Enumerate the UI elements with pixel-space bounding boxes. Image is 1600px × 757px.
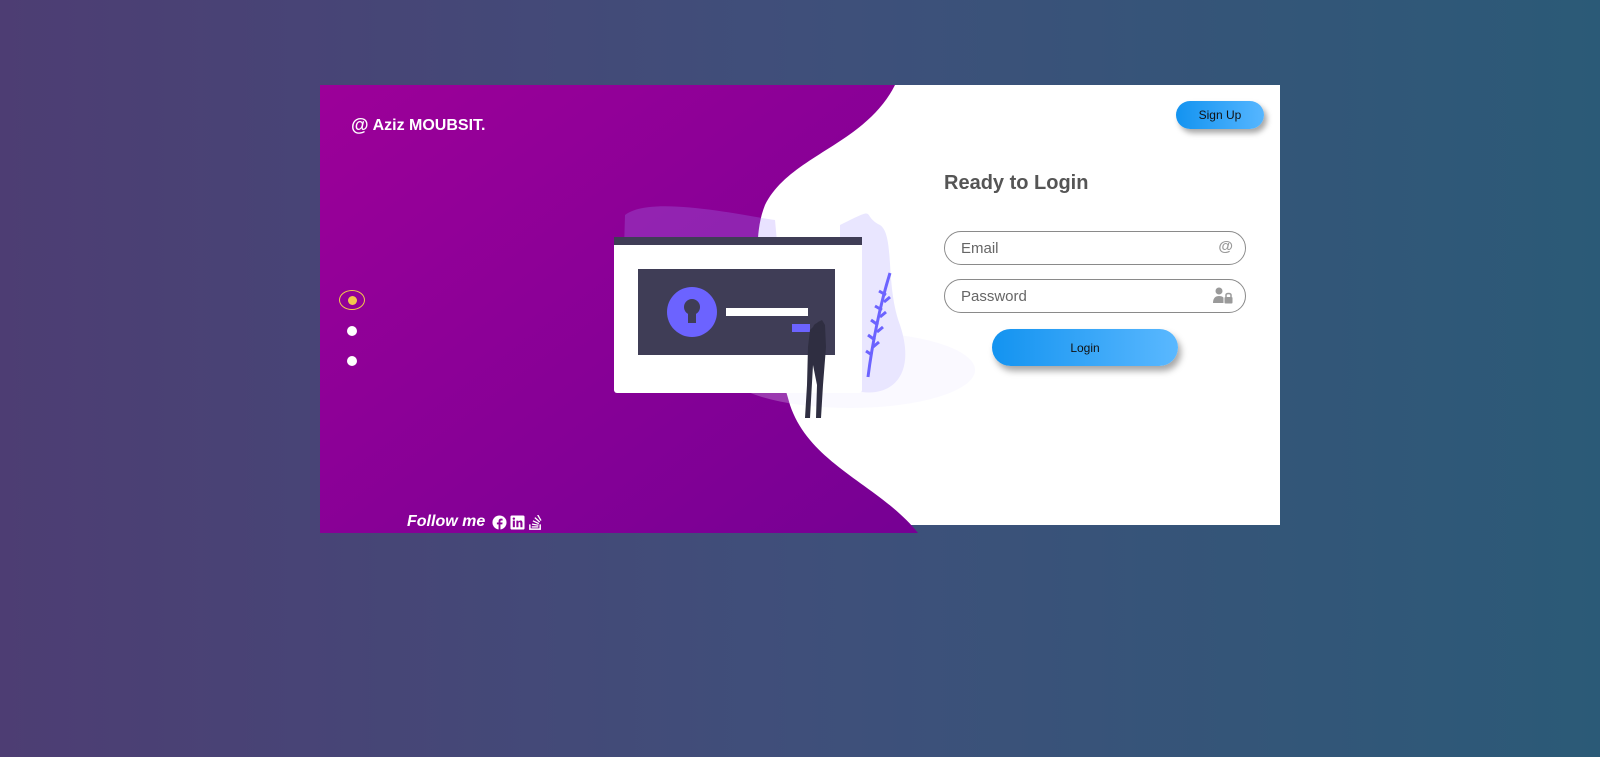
follow-label: Follow me [407, 513, 486, 530]
facebook-icon[interactable] [492, 514, 507, 530]
login-card: @ Aziz MOUBSIT. Follow me Sign Up Ready … [320, 85, 1280, 533]
password-field[interactable] [944, 279, 1246, 313]
email-input[interactable] [945, 239, 1227, 257]
login-title: Ready to Login [944, 172, 1089, 194]
login-illustration [614, 206, 975, 418]
follow-me: Follow me [407, 513, 543, 531]
brand-name: Aziz MOUBSIT. [372, 116, 486, 134]
user-lock-icon [1213, 287, 1233, 304]
at-icon: @ [1218, 238, 1233, 255]
slider-dot-1[interactable] [339, 290, 365, 310]
slider-dot-2[interactable] [347, 326, 357, 336]
stackoverflow-icon[interactable] [528, 514, 543, 530]
signup-button[interactable]: Sign Up [1176, 101, 1264, 129]
slider-dot-3[interactable] [347, 356, 357, 366]
linkedin-icon[interactable] [510, 514, 525, 530]
password-input[interactable] [945, 287, 1227, 305]
brand-logo: @ Aziz MOUBSIT. [351, 115, 485, 136]
login-button[interactable]: Login [992, 329, 1178, 366]
at-icon: @ [351, 115, 369, 135]
email-field[interactable]: @ [944, 231, 1246, 265]
